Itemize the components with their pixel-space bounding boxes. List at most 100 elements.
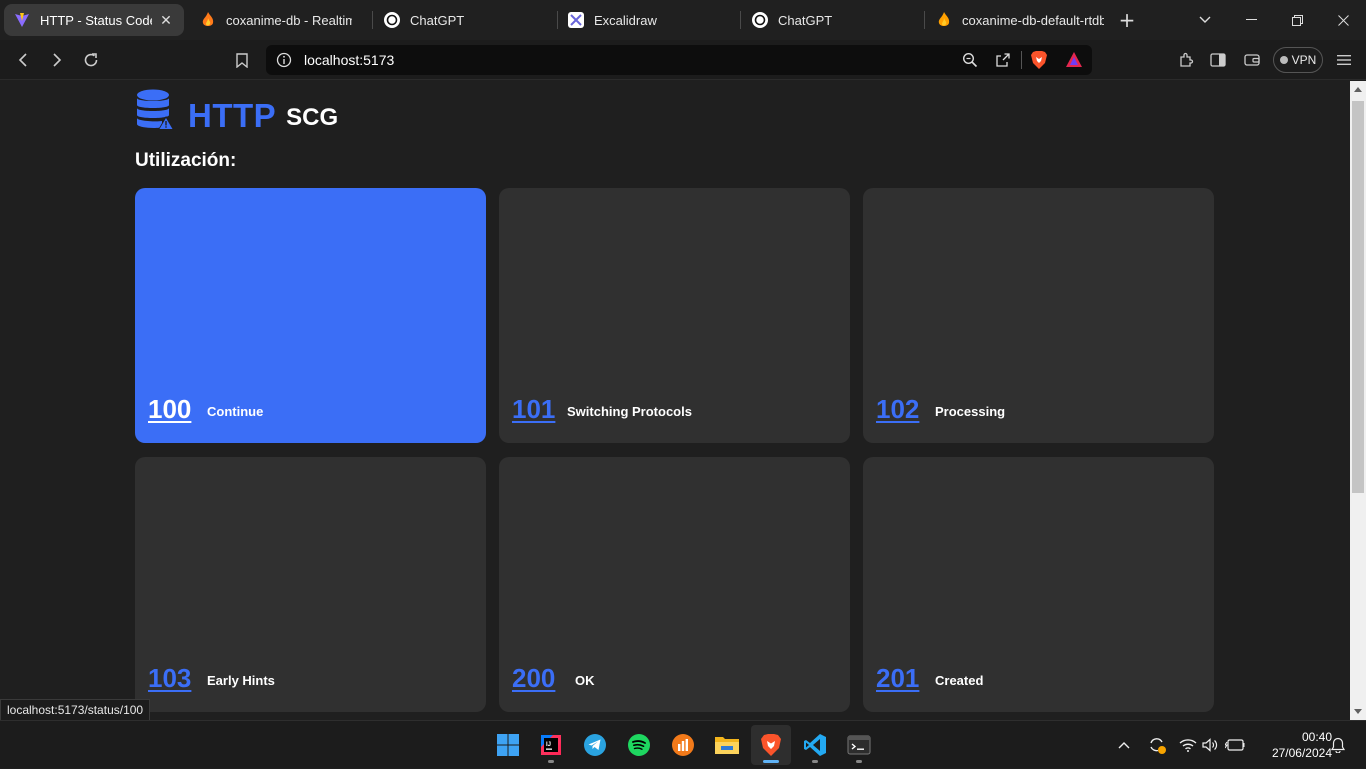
file-explorer-icon[interactable]: [707, 725, 747, 765]
reload-button[interactable]: [77, 46, 105, 74]
site-info-icon[interactable]: [276, 52, 292, 72]
brave-rewards-icon[interactable]: [1065, 51, 1083, 72]
sidebar-toggle-icon[interactable]: [1204, 46, 1232, 74]
status-card-102[interactable]: 102 Processing: [863, 188, 1214, 443]
system-clock[interactable]: 00:40 27/06/2024: [1252, 729, 1332, 761]
brave-shields-icon[interactable]: [1030, 50, 1048, 74]
share-icon[interactable]: [995, 52, 1011, 72]
sync-status-icon[interactable]: [1145, 721, 1169, 769]
tab-realtime-database[interactable]: coxanime-db - Realtime Database: [190, 4, 362, 36]
link-hover-status: localhost:5173/status/100: [0, 699, 151, 721]
analytics-icon[interactable]: [663, 725, 703, 765]
status-code[interactable]: 100: [148, 394, 191, 425]
chatgpt-icon: [384, 12, 400, 28]
status-card-200[interactable]: 200 OK: [499, 457, 850, 712]
tab-title: HTTP - Status Code Generator: [40, 12, 152, 28]
status-label: OK: [575, 673, 595, 688]
tab-excalidraw[interactable]: Excalidraw: [558, 4, 738, 36]
clock-time: 00:40: [1301, 730, 1332, 744]
zoom-icon[interactable]: [962, 52, 978, 72]
database-warning-icon: [136, 89, 174, 135]
tab-title: ChatGPT: [778, 12, 833, 28]
intellij-icon[interactable]: IJ: [531, 725, 571, 765]
windows-taskbar: IJ 00:40 27/06/2024: [0, 720, 1366, 768]
vpn-label: VPN: [1291, 53, 1317, 67]
tab-search-chevron-icon[interactable]: [1191, 6, 1219, 34]
vscode-icon[interactable]: [795, 725, 835, 765]
close-window-button[interactable]: [1320, 0, 1366, 40]
status-card-100[interactable]: 100 Continue: [135, 188, 486, 443]
vpn-button[interactable]: VPN: [1273, 47, 1323, 73]
notification-bell-icon[interactable]: [1328, 721, 1348, 769]
tab-title: Excalidraw: [594, 12, 657, 28]
page-viewport: HTTP SCG Utilización: 100 Continue 101 S…: [0, 81, 1350, 720]
address-bar[interactable]: localhost:5173: [266, 45, 1092, 75]
windows-start-icon[interactable]: [488, 725, 528, 765]
spotify-icon[interactable]: [619, 725, 659, 765]
chatgpt-icon: [752, 12, 768, 28]
menu-icon[interactable]: [1330, 46, 1358, 74]
extensions-icon[interactable]: [1172, 46, 1200, 74]
wifi-icon[interactable]: [1178, 721, 1198, 769]
forward-button[interactable]: [43, 46, 71, 74]
tab-divider: [372, 11, 373, 29]
address-text: localhost:5173: [304, 52, 395, 68]
status-code[interactable]: 101: [512, 394, 555, 425]
status-label: Created: [935, 673, 984, 688]
section-title: Utilización:: [135, 150, 237, 171]
status-label: Early Hints: [207, 673, 275, 688]
status-card-103[interactable]: 103 Early Hints: [135, 457, 486, 712]
volume-icon[interactable]: [1200, 721, 1220, 769]
tab-chatgpt[interactable]: ChatGPT: [374, 4, 554, 36]
scroll-up-arrow-icon[interactable]: [1354, 87, 1362, 92]
clock-date: 27/06/2024: [1271, 746, 1332, 760]
omnibox-divider: [1021, 51, 1022, 69]
running-indicator: [812, 760, 818, 763]
minimize-button[interactable]: [1228, 0, 1274, 40]
new-tab-button[interactable]: +: [1113, 6, 1141, 34]
status-code[interactable]: 103: [148, 663, 191, 694]
tab-divider: [924, 11, 925, 29]
scroll-down-arrow-icon[interactable]: [1354, 709, 1362, 714]
vpn-status-icon: [1279, 56, 1288, 64]
svg-text:IJ: IJ: [546, 742, 551, 748]
terminal-icon[interactable]: [839, 725, 879, 765]
running-indicator: [763, 760, 779, 763]
status-code[interactable]: 200: [512, 663, 555, 694]
brand-secondary-text: SCG: [286, 104, 339, 131]
firebase-flame-icon: [936, 12, 952, 28]
tab-strip: HTTP - Status Code Generator ✕ coxanime-…: [0, 0, 1366, 40]
status-label: Switching Protocols: [567, 404, 692, 419]
tab-title: coxanime-db-default-rtdb: [962, 12, 1104, 28]
tab-title: ChatGPT: [410, 12, 465, 28]
excalidraw-icon: [568, 12, 584, 28]
bookmark-icon[interactable]: [228, 46, 256, 74]
wallet-icon[interactable]: [1238, 46, 1266, 74]
status-code[interactable]: 102: [876, 394, 919, 425]
tab-rtdb[interactable]: coxanime-db-default-rtdb: [926, 4, 1114, 36]
page-scrollbar[interactable]: [1350, 81, 1366, 720]
vite-icon: [14, 12, 30, 28]
tab-title: coxanime-db - Realtime Database: [226, 12, 352, 28]
close-tab-icon[interactable]: ✕: [158, 12, 174, 29]
telegram-icon[interactable]: [575, 725, 615, 765]
battery-charging-icon[interactable]: [1224, 721, 1246, 769]
firebase-flame-icon: [200, 12, 216, 28]
running-indicator: [856, 760, 862, 763]
show-hidden-icons-chevron-icon[interactable]: [1114, 721, 1134, 769]
running-indicator: [548, 760, 554, 763]
status-code[interactable]: 201: [876, 663, 919, 694]
tab-http-status-code[interactable]: HTTP - Status Code Generator ✕: [4, 4, 184, 36]
scrollbar-thumb[interactable]: [1352, 101, 1364, 493]
brand-primary-text: HTTP: [188, 97, 277, 134]
back-button[interactable]: [9, 46, 37, 74]
tab-chatgpt-2[interactable]: ChatGPT: [742, 4, 922, 36]
status-card-101[interactable]: 101 Switching Protocols: [499, 188, 850, 443]
brave-icon[interactable]: [751, 725, 791, 765]
status-card-201[interactable]: 201 Created: [863, 457, 1214, 712]
status-label: Processing: [935, 404, 1006, 419]
tab-divider: [740, 11, 741, 29]
brand-logo[interactable]: HTTP SCG: [136, 89, 338, 135]
status-label: Continue: [207, 404, 264, 419]
restore-button[interactable]: [1274, 0, 1320, 40]
